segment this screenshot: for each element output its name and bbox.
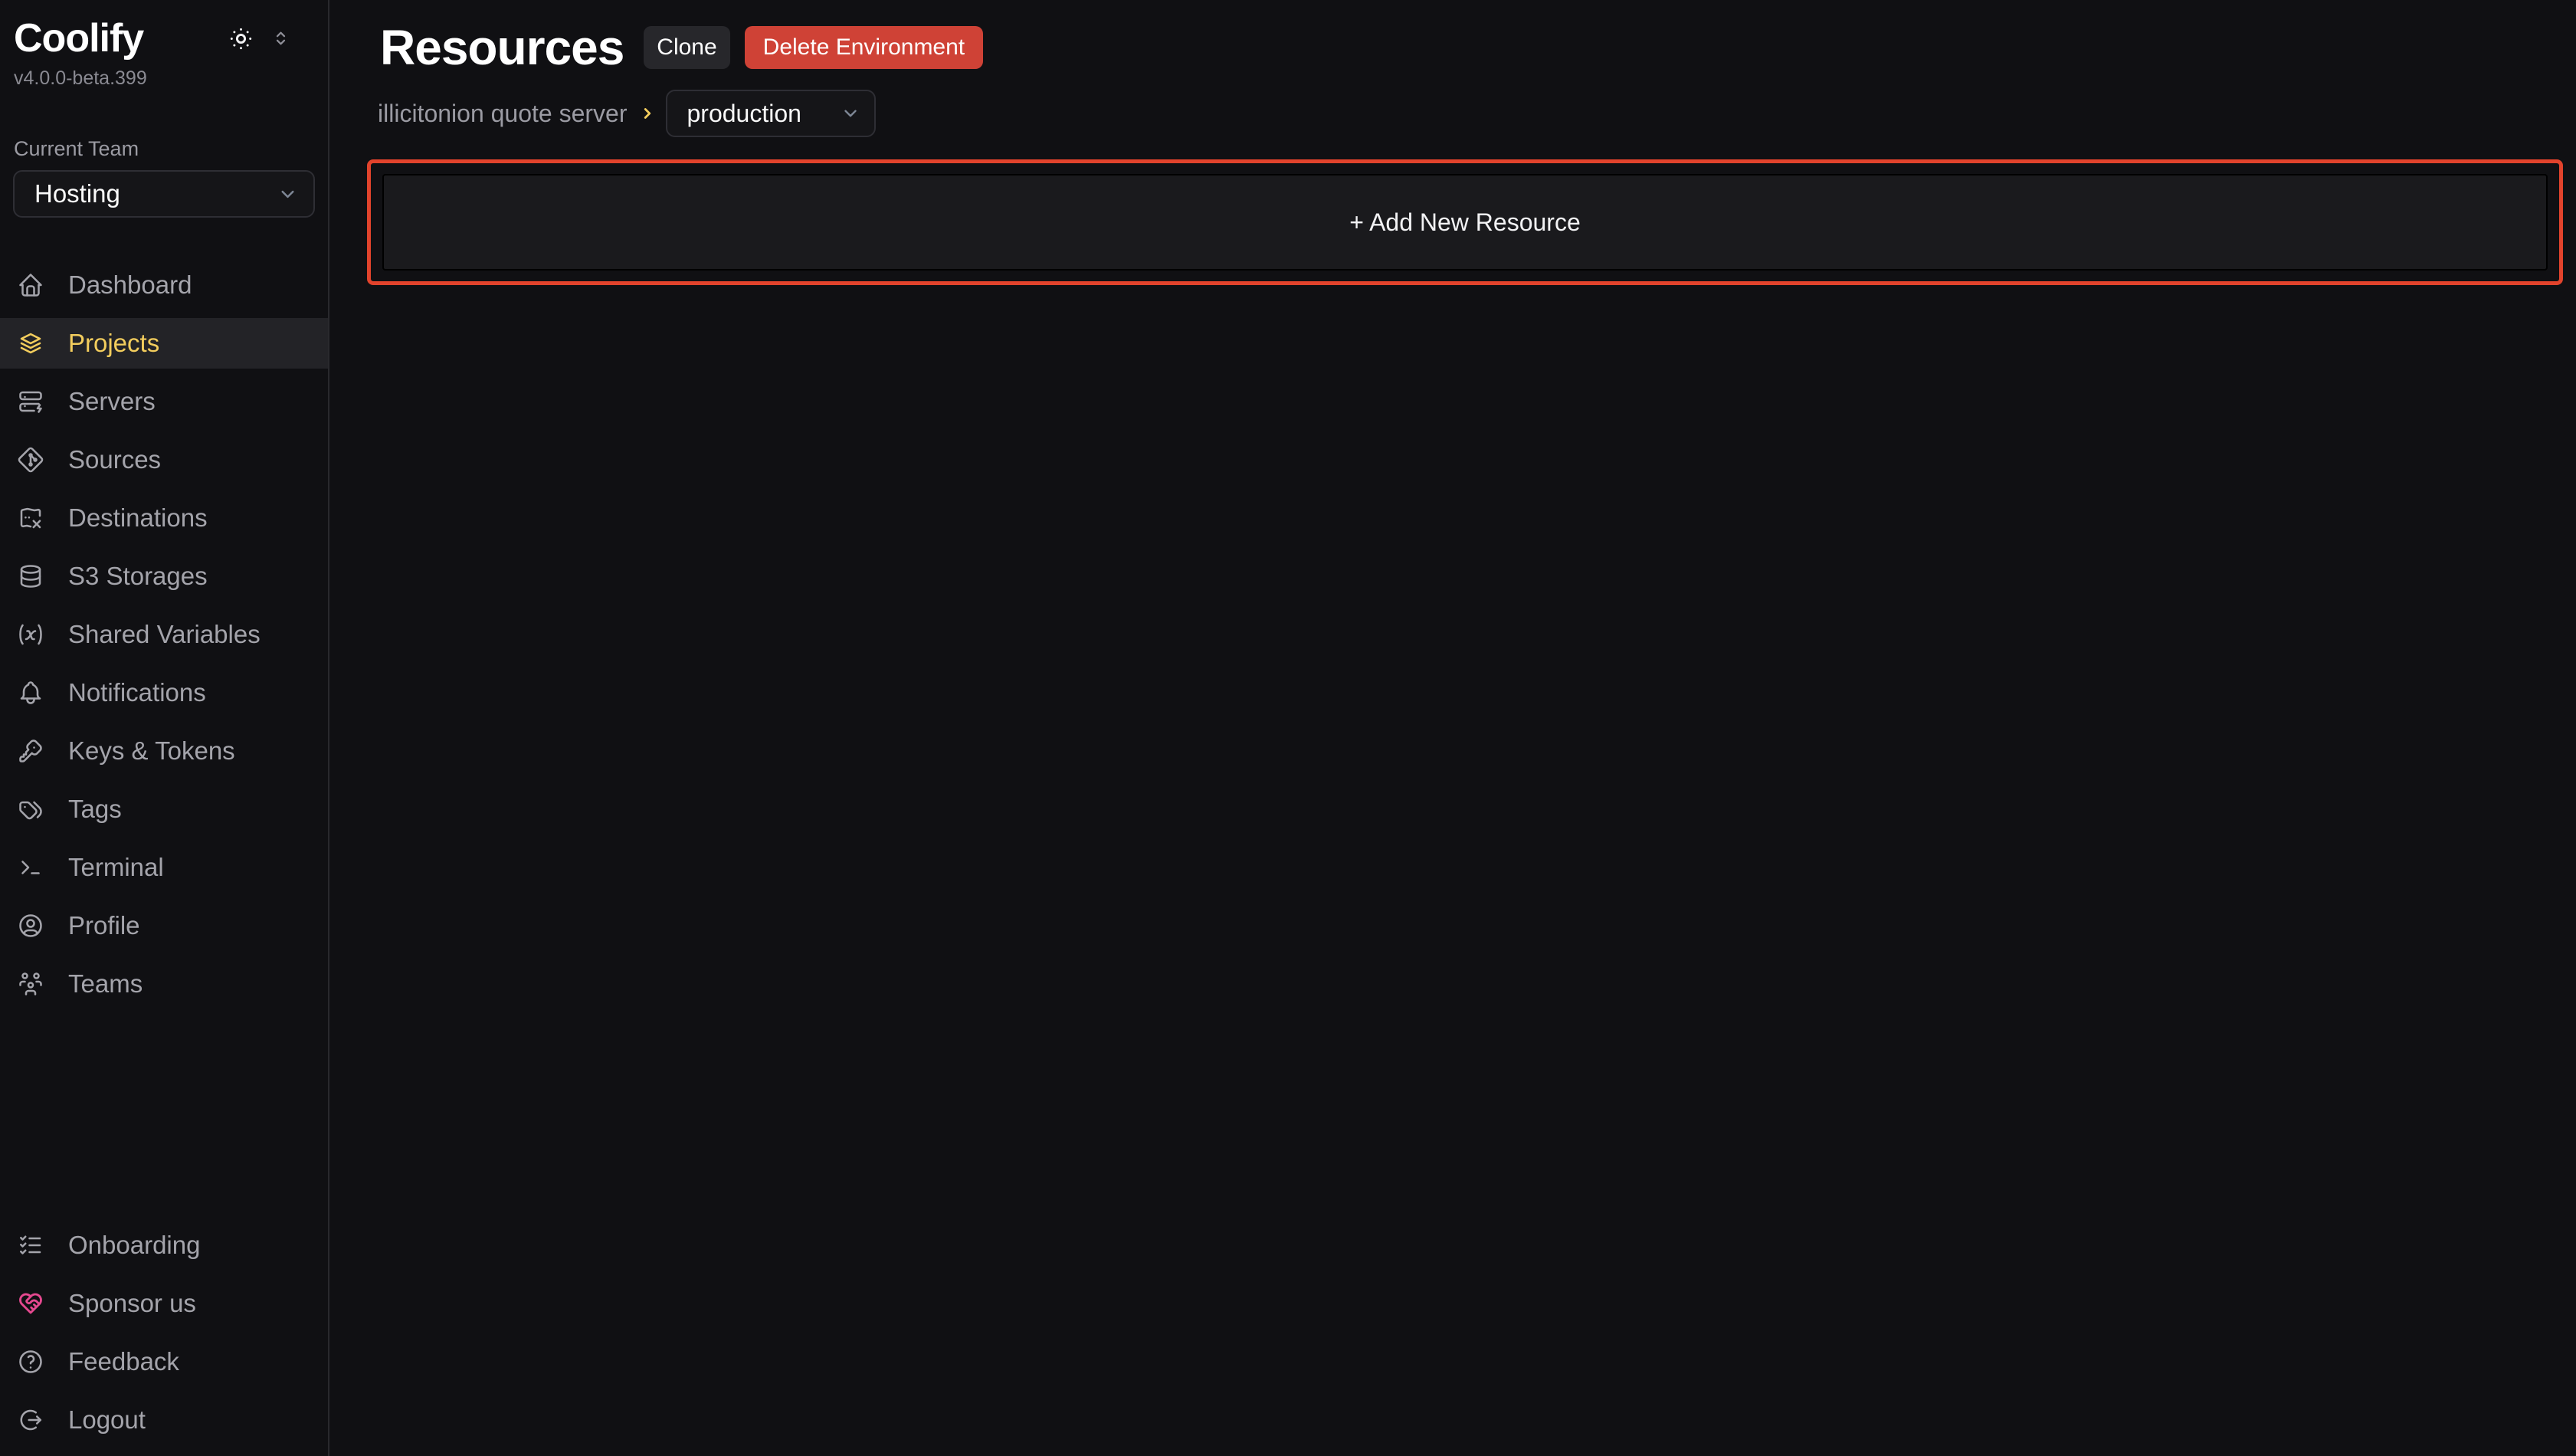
tags-icon [17, 795, 44, 823]
sidebar-item-sponsor-us[interactable]: Sponsor us [0, 1278, 328, 1329]
sidebar-item-label: Servers [68, 387, 156, 416]
add-new-resource-label: + Add New Resource [1349, 208, 1581, 237]
sidebar-item-notifications[interactable]: Notifications [0, 667, 328, 718]
user-circle-icon [17, 912, 44, 940]
sidebar-item-label: Shared Variables [68, 620, 261, 649]
variable-icon [17, 621, 44, 648]
sidebar-item-label: Profile [68, 911, 140, 940]
sidebar-nav: Dashboard Projects Server [0, 260, 328, 1017]
environment-select-value: production [687, 100, 801, 128]
team-select[interactable]: Hosting [13, 170, 315, 218]
layers-icon [17, 330, 44, 357]
checklist-icon [17, 1231, 44, 1259]
map-icon [17, 504, 44, 532]
chevron-down-icon [841, 103, 860, 123]
sidebar-item-keys-tokens[interactable]: Keys & Tokens [0, 726, 328, 776]
add-new-resource-button[interactable]: + Add New Resource [382, 174, 2548, 271]
page-header: Resources Clone Delete Environment [367, 25, 2576, 71]
page-title: Resources [380, 19, 624, 76]
sidebar-item-label: Notifications [68, 678, 206, 707]
sidebar-item-label: Teams [68, 969, 143, 999]
server-icon [17, 388, 44, 415]
sidebar-item-label: Feedback [68, 1347, 179, 1376]
sun-icon[interactable] [227, 25, 255, 53]
sidebar-item-onboarding[interactable]: Onboarding [0, 1220, 328, 1271]
selector-icon[interactable] [270, 25, 291, 51]
environment-select[interactable]: production [666, 90, 876, 137]
bell-icon [17, 679, 44, 707]
sidebar-item-label: Sources [68, 445, 161, 474]
sidebar: Coolify v4.0.0-beta.399 Current Team Hos… [0, 0, 329, 1456]
sidebar-item-label: Destinations [68, 503, 208, 533]
app-version: v4.0.0-beta.399 [14, 67, 328, 90]
help-circle-icon [17, 1348, 44, 1376]
key-icon [17, 737, 44, 765]
sidebar-item-shared-variables[interactable]: Shared Variables [0, 609, 328, 660]
delete-environment-button[interactable]: Delete Environment [745, 26, 983, 69]
sidebar-item-dashboard[interactable]: Dashboard [0, 260, 328, 310]
sidebar-item-tags[interactable]: Tags [0, 784, 328, 835]
main-content: Resources Clone Delete Environment illic… [329, 0, 2576, 1456]
sidebar-item-profile[interactable]: Profile [0, 900, 328, 951]
sidebar-item-label: Tags [68, 795, 122, 824]
sidebar-item-label: Sponsor us [68, 1289, 196, 1318]
sidebar-footer-nav: Onboarding Sponsor us Fee [0, 1220, 328, 1456]
terminal-icon [17, 854, 44, 881]
app-logo[interactable]: Coolify [14, 15, 143, 61]
users-group-icon [17, 970, 44, 998]
home-icon [17, 271, 44, 299]
sidebar-item-label: Logout [68, 1405, 146, 1435]
clone-button[interactable]: Clone [644, 26, 729, 69]
breadcrumb: illicitonion quote server production [367, 90, 2576, 137]
brand-row: Coolify [0, 15, 328, 61]
breadcrumb-project-link[interactable]: illicitonion quote server [378, 100, 628, 128]
sidebar-spacer [0, 1017, 328, 1220]
sidebar-item-feedback[interactable]: Feedback [0, 1336, 328, 1387]
brand-icons [227, 25, 291, 53]
logout-icon [17, 1406, 44, 1434]
sidebar-item-label: Projects [68, 329, 159, 358]
sidebar-item-teams[interactable]: Teams [0, 959, 328, 1009]
sidebar-item-terminal[interactable]: Terminal [0, 842, 328, 893]
current-team-label: Current Team [14, 137, 328, 161]
sidebar-item-sources[interactable]: Sources [0, 435, 328, 485]
sidebar-item-destinations[interactable]: Destinations [0, 493, 328, 543]
sidebar-item-projects[interactable]: Projects [0, 318, 328, 369]
sidebar-item-label: Dashboard [68, 271, 192, 300]
team-select-value: Hosting [34, 179, 120, 208]
sidebar-item-servers[interactable]: Servers [0, 376, 328, 427]
chevron-right-icon [639, 105, 656, 122]
sidebar-item-label: Keys & Tokens [68, 736, 235, 766]
sidebar-item-label: S3 Storages [68, 562, 208, 591]
chevron-down-icon [277, 184, 298, 205]
git-icon [17, 446, 44, 474]
heart-handshake-icon [17, 1290, 44, 1317]
sidebar-item-logout[interactable]: Logout [0, 1395, 328, 1445]
database-icon [17, 562, 44, 590]
sidebar-item-label: Terminal [68, 853, 164, 882]
sidebar-item-label: Onboarding [68, 1231, 200, 1260]
sidebar-item-s3-storages[interactable]: S3 Storages [0, 551, 328, 602]
attention-highlight-box: + Add New Resource [367, 159, 2563, 285]
